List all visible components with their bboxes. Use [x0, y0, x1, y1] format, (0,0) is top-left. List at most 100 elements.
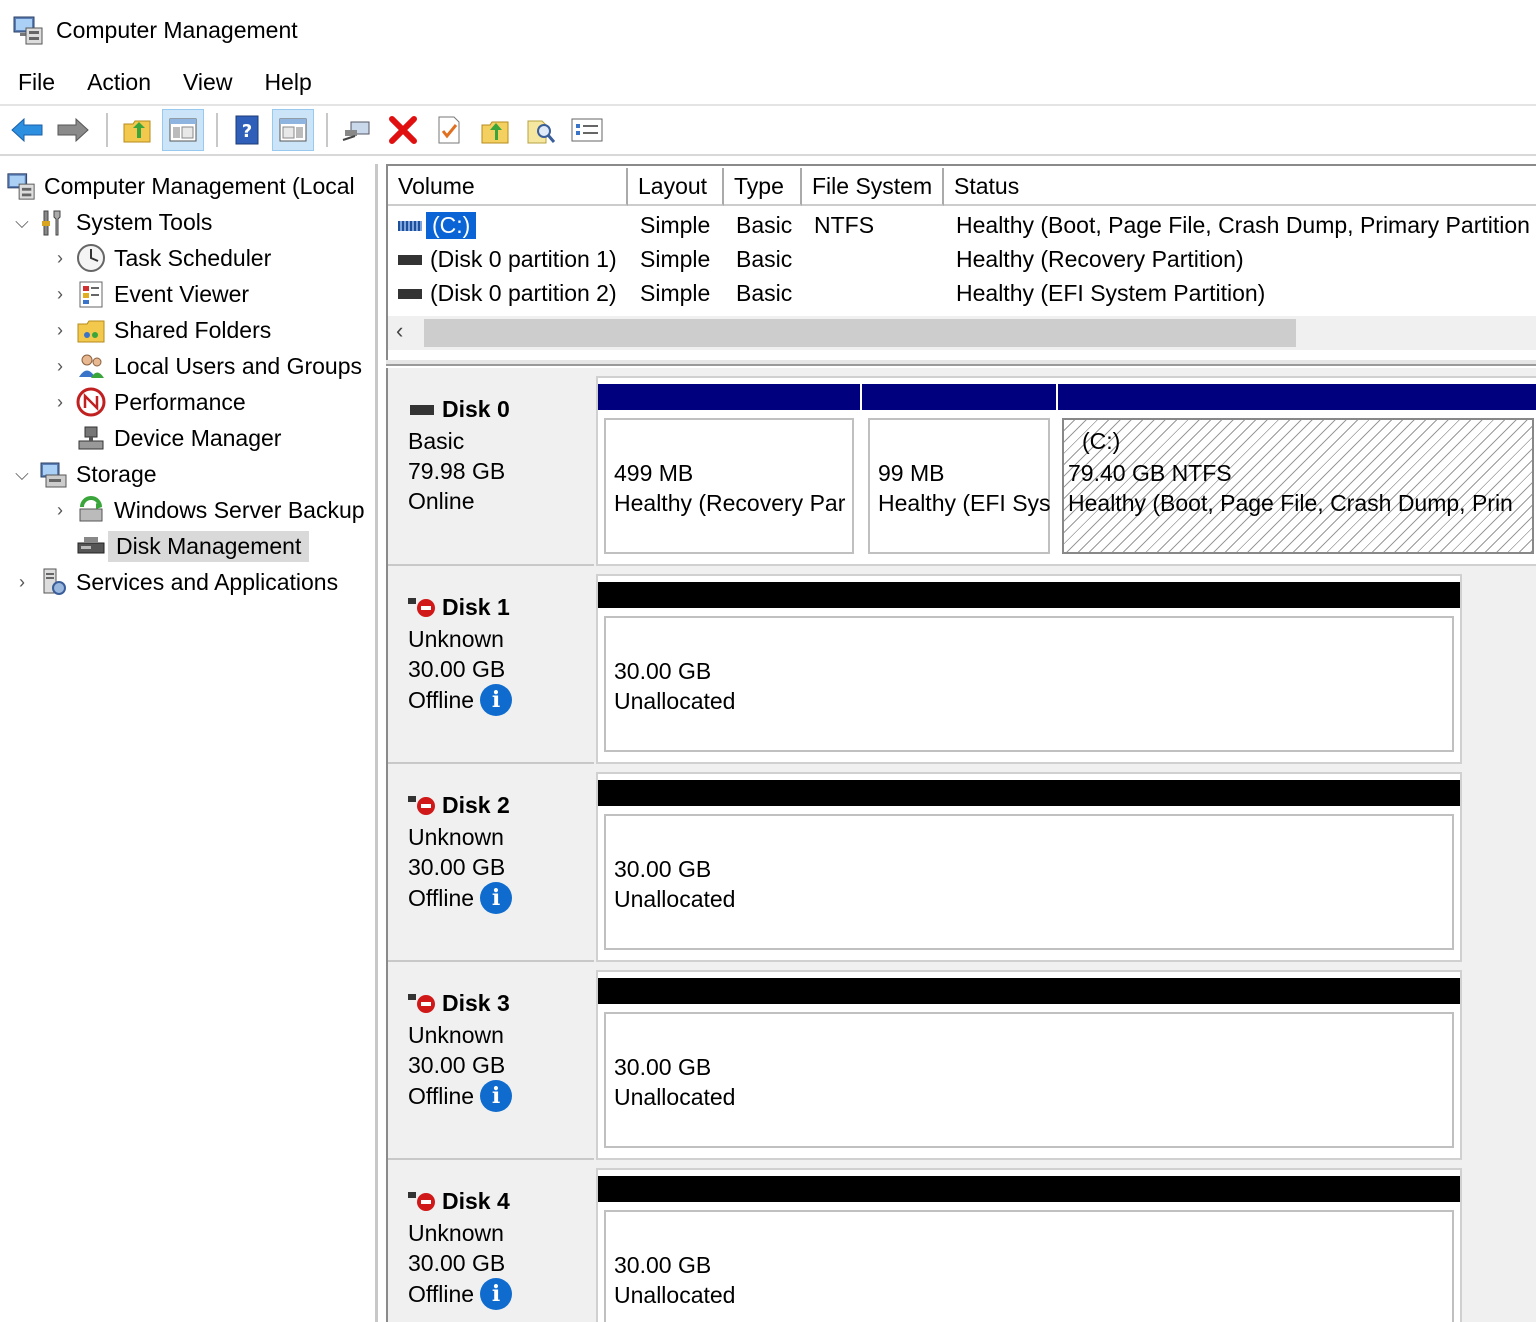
partition-unallocated[interactable]: 30.00 GB Unallocated — [598, 972, 1460, 1158]
tree-label: Computer Management (Local — [44, 172, 355, 199]
show-hide-tree-icon[interactable] — [162, 109, 204, 151]
disk-size: 30.00 GB — [408, 1250, 506, 1276]
up-folder-icon[interactable] — [116, 109, 158, 151]
partition-c[interactable]: (C:) 79.40 GB NTFS Healthy (Boot, Page F… — [1058, 378, 1536, 564]
chevron-right-icon[interactable]: › — [48, 392, 72, 413]
toolbar-separator — [326, 113, 328, 147]
tree-item-disk-management[interactable]: Disk Management — [48, 528, 310, 564]
disk-label[interactable]: Disk 0 Basic 79.98 GB Online — [388, 376, 594, 566]
chevron-right-icon[interactable]: › — [48, 500, 72, 521]
disk-state: Offline — [408, 686, 475, 713]
scrollbar-thumb[interactable] — [424, 319, 1296, 347]
delete-icon[interactable] — [382, 109, 424, 151]
pane-splitter[interactable] — [386, 360, 1536, 366]
column-header-layout[interactable]: Layout — [628, 168, 724, 206]
properties-icon[interactable] — [428, 109, 470, 151]
chevron-down-icon[interactable]: ⌵ — [10, 464, 34, 485]
tree-label: Event Viewer — [114, 280, 250, 307]
volume-name: (Disk 0 partition 2) — [430, 279, 617, 306]
menu-file[interactable]: File — [0, 69, 71, 96]
show-hide-action-pane-icon[interactable] — [272, 109, 314, 151]
volume-name: (Disk 0 partition 1) — [430, 245, 617, 272]
partition-box: 30.00 GB Unallocated — [604, 1210, 1454, 1322]
disk-label[interactable]: Disk 4 Unknown 30.00 GB Offline i — [388, 1168, 594, 1322]
disk-label[interactable]: Disk 1 Unknown 30.00 GB Offline i — [388, 574, 594, 764]
forward-arrow-icon[interactable] — [52, 109, 94, 151]
chevron-right-icon[interactable]: › — [48, 284, 72, 305]
partition-area: 30.00 GB Unallocated — [596, 772, 1462, 962]
volume-layout: Simple — [640, 279, 711, 306]
tree-item-task-scheduler[interactable]: › Task Scheduler — [48, 240, 271, 276]
volume-type: Basic — [736, 279, 793, 306]
tree-item-system-tools[interactable]: ⌵ System Tools — [10, 204, 212, 240]
partition-size: 79.40 GB NTFS — [1068, 460, 1232, 486]
tree-item-services-and-applications[interactable]: › Services and Applications — [10, 564, 338, 600]
info-icon[interactable]: i — [480, 882, 513, 914]
chevron-right-icon[interactable]: › — [10, 572, 34, 593]
partition-status: Unallocated — [614, 688, 736, 714]
partition-area: 499 MB Healthy (Recovery Par 99 MB Healt… — [596, 376, 1536, 566]
disk-row: Disk 1 Unknown 30.00 GB Offline i 30.00 G… — [388, 566, 1536, 764]
partition-bar — [598, 978, 1460, 1004]
window-title: Computer Management — [56, 16, 298, 43]
tree-item-performance[interactable]: › Performance — [48, 384, 246, 420]
disk-size: 79.98 GB — [408, 458, 506, 484]
tree-label: Task Scheduler — [114, 244, 272, 271]
column-header-file-system[interactable]: File System — [802, 168, 944, 206]
volume-status: Healthy (Recovery Partition) — [956, 245, 1244, 272]
column-header-type[interactable]: Type — [724, 168, 802, 206]
partition-box-selected: (C:) 79.40 GB NTFS Healthy (Boot, Page F… — [1062, 418, 1534, 554]
import-icon[interactable] — [474, 109, 516, 151]
info-icon[interactable]: i — [480, 684, 513, 716]
column-header-status[interactable]: Status — [944, 168, 1536, 206]
chevron-right-icon[interactable]: › — [48, 356, 72, 377]
back-arrow-icon[interactable] — [6, 109, 48, 151]
table-row[interactable]: (Disk 0 partition 2) Simple Basic Health… — [388, 276, 1536, 310]
scroll-left-icon[interactable]: ‹ — [396, 318, 403, 344]
info-icon[interactable]: i — [480, 1278, 513, 1310]
tree-item-computer-management[interactable]: Computer Management (Local — [6, 168, 355, 204]
chevron-down-icon[interactable]: ⌵ — [10, 212, 34, 233]
tree-label: System Tools — [76, 208, 213, 235]
partition-size: 30.00 GB — [614, 856, 712, 882]
offline-disk-icon — [408, 1190, 440, 1214]
table-row[interactable]: (Disk 0 partition 1) Simple Basic Health… — [388, 242, 1536, 276]
chevron-right-icon[interactable]: › — [48, 320, 72, 341]
connect-icon[interactable] — [336, 109, 378, 151]
disk-icon — [410, 404, 434, 415]
info-icon[interactable]: i — [480, 1080, 513, 1112]
chevron-right-icon[interactable]: › — [48, 248, 72, 269]
tree-item-shared-folders[interactable]: › Shared Folders — [48, 312, 271, 348]
disk-label[interactable]: Disk 3 Unknown 30.00 GB Offline i — [388, 970, 594, 1160]
list-icon[interactable] — [566, 109, 608, 151]
tree-item-local-users-and-groups[interactable]: › Local Users and Groups — [48, 348, 362, 384]
partition-unallocated[interactable]: 30.00 GB Unallocated — [598, 576, 1460, 762]
disk-name: Disk 1 — [442, 594, 510, 620]
disk-label[interactable]: Disk 2 Unknown 30.00 GB Offline i — [388, 772, 594, 962]
menu-view[interactable]: View — [167, 69, 248, 96]
partition-efi[interactable]: 99 MB Healthy (EFI Sys — [862, 378, 1056, 564]
partition-box: 30.00 GB Unallocated — [604, 814, 1454, 950]
partition-unallocated[interactable]: 30.00 GB Unallocated — [598, 1170, 1460, 1322]
tree-label: Local Users and Groups — [114, 352, 363, 379]
horizontal-scrollbar[interactable]: ‹ — [388, 316, 1536, 350]
disk-name: Disk 0 — [442, 396, 510, 422]
disk-row: Disk 4 Unknown 30.00 GB Offline i 30.00 G… — [388, 1160, 1536, 1322]
toolbar: ? — [0, 104, 1536, 156]
disk-name: Disk 3 — [442, 990, 510, 1016]
partition-unallocated[interactable]: 30.00 GB Unallocated — [598, 774, 1460, 960]
menu-action[interactable]: Action — [71, 69, 167, 96]
column-header-volume[interactable]: Volume — [388, 168, 628, 206]
partition-area: 30.00 GB Unallocated — [596, 574, 1462, 764]
table-row[interactable]: (C:) Simple Basic NTFS Healthy (Boot, Pa… — [388, 208, 1536, 242]
partition-recovery[interactable]: 499 MB Healthy (Recovery Par — [598, 378, 860, 564]
help-icon[interactable]: ? — [226, 109, 268, 151]
console-tree: Computer Management (Local ⌵ System Tool… — [0, 164, 378, 1322]
tree-item-event-viewer[interactable]: › Event Viewer — [48, 276, 249, 312]
tree-label: Windows Server Backup — [114, 496, 365, 523]
search-icon[interactable] — [520, 109, 562, 151]
tree-item-windows-server-backup[interactable]: › Windows Server Backup — [48, 492, 365, 528]
tree-item-storage[interactable]: ⌵ Storage — [10, 456, 157, 492]
tree-item-device-manager[interactable]: Device Manager — [48, 420, 281, 456]
menu-help[interactable]: Help — [248, 69, 327, 96]
